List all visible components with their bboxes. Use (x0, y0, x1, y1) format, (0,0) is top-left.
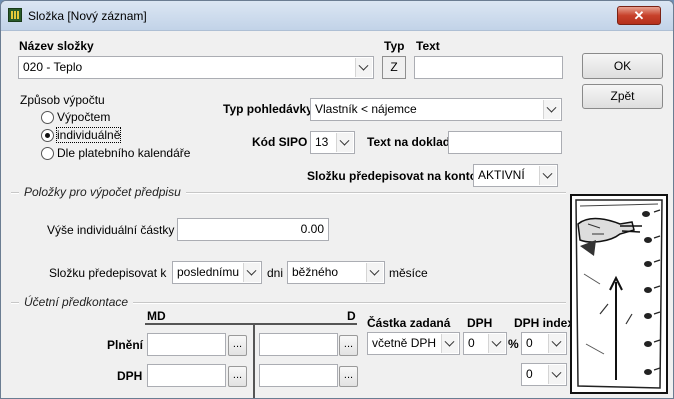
chevron-down-icon[interactable] (355, 58, 372, 77)
text-label: Text (416, 39, 440, 53)
text-field[interactable] (414, 56, 563, 79)
plneni-d-field[interactable] (259, 333, 338, 356)
ok-button[interactable]: OK (582, 53, 663, 79)
title-bar: Složka [Nový záznam] ✕ (1, 1, 673, 31)
castka-zadana-combo[interactable]: včetně DPH (367, 332, 460, 355)
dph-md-field[interactable] (147, 364, 226, 387)
row-dph-label: DPH (117, 369, 143, 383)
dph-column-label: DPH (467, 316, 493, 330)
row-plneni-label: Plnění (107, 338, 144, 352)
radio-platebni-kalendar-label[interactable]: Dle platebního kalendáře (57, 146, 190, 160)
dph-dph-index-combo[interactable]: 0 (521, 363, 567, 386)
md-d-divider (253, 323, 255, 398)
zpet-button[interactable]: Zpět (582, 84, 663, 109)
chevron-down-icon[interactable] (336, 133, 353, 152)
typ-pohledavky-value: Vlastník < nájemce (315, 102, 417, 116)
radio-individualne[interactable] (41, 129, 54, 142)
md-d-header-line (145, 323, 357, 325)
chevron-down-icon[interactable] (548, 334, 565, 353)
castka-zadana-label: Částka zadaná (367, 316, 451, 330)
dph-dph-index-value: 0 (526, 367, 533, 381)
chevron-down-icon[interactable] (543, 100, 560, 119)
dph-d-field[interactable] (259, 364, 338, 387)
plneni-dph-value: 0 (468, 336, 475, 350)
dph-index-column-label: DPH index (514, 316, 575, 330)
window-title: Složka [Nový záznam] (28, 9, 147, 23)
chevron-down-icon[interactable] (366, 263, 383, 282)
text-na-doklad-label: Text na doklad (367, 135, 451, 149)
mesic-combo[interactable]: běžného (287, 261, 385, 284)
typ-pohledavky-label: Typ pohledávky (223, 102, 313, 116)
vyse-castky-field[interactable]: 0.00 (177, 218, 329, 241)
plneni-dph-index-combo[interactable]: 0 (521, 332, 567, 355)
typ-label: Typ (384, 39, 405, 53)
radio-platebni-kalendar[interactable] (41, 147, 54, 160)
chevron-down-icon[interactable] (548, 365, 565, 384)
predepisovat-konto-value: AKTIVNÍ (478, 168, 525, 182)
radio-vypoctem-label[interactable]: Výpočtem (57, 110, 110, 124)
plneni-dph-index-value: 0 (526, 336, 533, 350)
percent-sign: % (508, 337, 519, 351)
polozky-group-title: Položky pro výpočet předpisu (19, 185, 186, 199)
thermostat-sketch-illustration (570, 194, 668, 394)
plneni-md-field[interactable] (147, 333, 226, 356)
predepisovat-den-value: poslednímu (177, 265, 240, 279)
kod-sipo-value: 13 (315, 135, 329, 149)
kod-sipo-label: Kód SIPO (252, 135, 308, 149)
close-button[interactable]: ✕ (617, 6, 661, 25)
md-column-label: MD (147, 309, 166, 323)
mesice-label: měsíce (389, 266, 428, 280)
chevron-down-icon[interactable] (488, 334, 505, 353)
zpusob-vypoctu-label: Způsob výpočtu (20, 93, 105, 107)
nazev-slozky-label: Název složky (19, 39, 94, 53)
mesic-value: běžného (292, 265, 339, 279)
plneni-md-browse-button[interactable]: ... (228, 335, 247, 356)
typ-field[interactable]: Z (382, 56, 406, 79)
castka-zadana-value: včetně DPH (372, 336, 437, 350)
text-na-doklad-field[interactable] (448, 131, 562, 154)
dph-md-browse-button[interactable]: ... (228, 366, 247, 387)
predepisovat-konto-label: Složku předepisovat na konto (307, 169, 478, 183)
vyse-castky-label: Výše individuální částky (47, 223, 175, 237)
kod-sipo-combo[interactable]: 13 (310, 131, 355, 154)
predepisovat-k-label: Složku předepisovat k (49, 266, 167, 280)
dialog-window: Složka [Nový záznam] ✕ Název složky 020 … (0, 0, 674, 399)
chevron-down-icon[interactable] (441, 334, 458, 353)
plneni-dph-combo[interactable]: 0 (463, 332, 507, 355)
chevron-down-icon[interactable] (539, 166, 556, 185)
nazev-slozky-value: 020 - Teplo (23, 60, 83, 74)
radio-individualne-label[interactable]: individuálně (55, 127, 122, 143)
radio-vypoctem[interactable] (41, 111, 54, 124)
d-column-label: D (347, 309, 356, 323)
typ-pohledavky-combo[interactable]: Vlastník < nájemce (310, 98, 562, 121)
dph-d-browse-button[interactable]: ... (339, 366, 358, 387)
app-icon (8, 8, 22, 22)
chevron-down-icon[interactable] (243, 263, 260, 282)
predkontace-group-title: Účetní předkontace (19, 295, 134, 309)
dni-label: dni (267, 266, 284, 280)
plneni-d-browse-button[interactable]: ... (339, 335, 358, 356)
nazev-slozky-combo[interactable]: 020 - Teplo (18, 56, 374, 79)
predepisovat-den-combo[interactable]: poslednímu (172, 261, 262, 284)
predepisovat-konto-combo[interactable]: AKTIVNÍ (473, 164, 558, 187)
